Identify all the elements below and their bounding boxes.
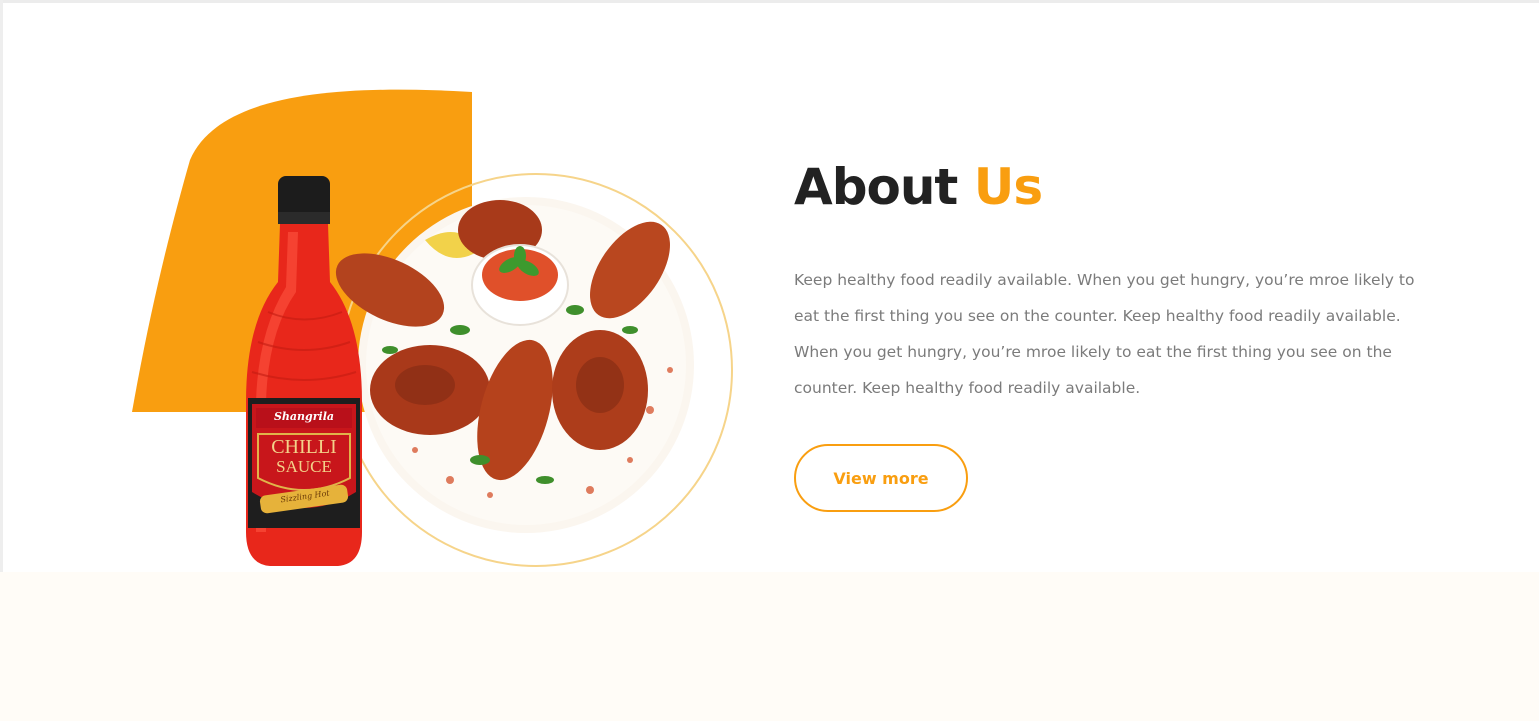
about-description: Keep healthy food readily available. Whe… [794,271,1415,397]
bottle-name-line1: CHILLI [271,436,337,458]
about-heading-accent: Us [973,158,1043,216]
bottle-name-line2: SAUCE [276,457,332,476]
top-divider [0,0,1539,3]
grilled-chicken-plate-image [335,173,733,567]
view-more-label: View more [833,468,929,488]
chilli-sauce-bottle-image [246,176,362,566]
about-heading-main: About [794,158,958,216]
about-heading: About Us [794,158,1043,216]
about-visual: Shangrila CHILLI SAUCE Sizzling Hot [120,80,760,580]
bottom-section-background [0,572,1539,721]
bottle-brand-label: Shangrila [273,410,335,423]
view-more-button[interactable]: View more [794,444,968,512]
